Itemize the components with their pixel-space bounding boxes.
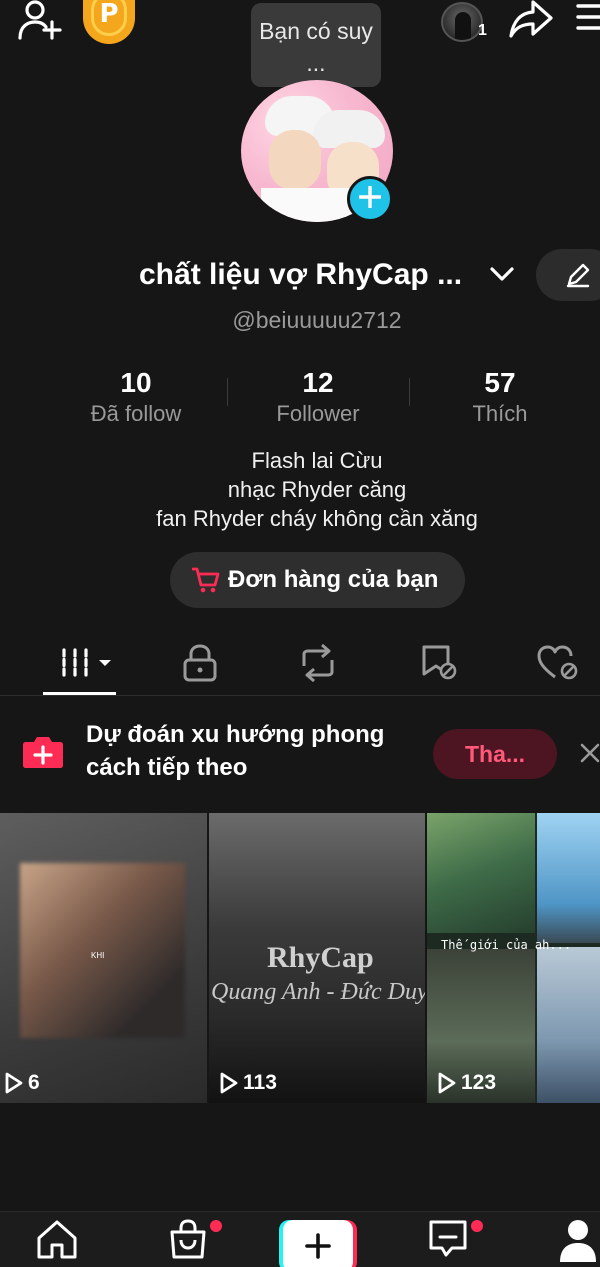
- share-icon[interactable]: [509, 0, 553, 38]
- profile-stats: 10 Đã follow 12 Follower 57 Thích: [0, 366, 600, 436]
- video-caption: Thế giới của ah...: [441, 938, 572, 952]
- video-caption: KHI: [91, 951, 105, 960]
- chevron-down-icon[interactable]: [489, 263, 515, 285]
- tab-liked-hidden[interactable]: [535, 638, 600, 690]
- username: @beiuuuuu2712: [232, 307, 402, 333]
- edit-profile-button[interactable]: [536, 249, 600, 301]
- cart-icon: [192, 567, 220, 593]
- orders-button[interactable]: Đơn hàng của bạn: [170, 552, 465, 608]
- inbox-icon[interactable]: [428, 1218, 468, 1260]
- stat-value: 10: [120, 367, 152, 398]
- tab-reposts[interactable]: [296, 638, 366, 690]
- bio-line: Flash lai Cừu: [251, 448, 383, 473]
- play-icon: [5, 1072, 23, 1094]
- view-count: 6: [4, 1071, 40, 1095]
- view-count-value: 113: [243, 1071, 277, 1094]
- video-watermark-subtitle: Quang Anh - Đức Duy: [211, 979, 425, 1005]
- view-count: 123: [437, 1071, 496, 1095]
- tab-videos[interactable]: [58, 638, 128, 690]
- stat-likes[interactable]: 57 Thích: [420, 366, 580, 428]
- active-tab-indicator: [43, 692, 116, 695]
- tooltip[interactable]: Bạn có suy ...: [251, 3, 381, 96]
- plus-icon: [358, 184, 382, 213]
- profile-name[interactable]: chất liệu vợ RhyCap ...: [139, 258, 462, 292]
- banner-text: Dự đoán xu hướng phong cách tiếp theo: [86, 721, 385, 781]
- video-tile[interactable]: KHI 6: [0, 813, 207, 1103]
- shop-icon[interactable]: [168, 1218, 208, 1260]
- play-icon: [438, 1072, 456, 1094]
- video-grid: KHI 6 RhyCap Quang Anh - Đức Duy 113 Thế…: [0, 813, 600, 1103]
- view-count-value: 6: [28, 1071, 40, 1094]
- coin-letter: P: [91, 0, 127, 36]
- bottom-nav: [0, 1211, 600, 1267]
- lock-icon: [182, 644, 218, 682]
- repost-icon: [298, 644, 338, 682]
- coin-icon[interactable]: P: [83, 0, 135, 44]
- bio-line: fan Rhyder cháy không cần xăng: [156, 506, 478, 531]
- pencil-icon: [565, 262, 591, 288]
- notification-dot: [471, 1220, 483, 1232]
- video-watermark-title: RhyCap: [267, 941, 374, 974]
- tooltip-text: Bạn có suy ...: [259, 18, 373, 76]
- account-count: 1: [478, 22, 487, 39]
- hidden-tag-icon: [420, 644, 460, 682]
- view-count: 113: [219, 1071, 277, 1095]
- camera-plus-icon: [22, 734, 64, 770]
- trend-banner: Dự đoán xu hướng phong cách tiếp theo Th…: [0, 697, 600, 813]
- create-button[interactable]: [279, 1220, 357, 1267]
- home-icon[interactable]: [36, 1218, 78, 1260]
- banner-cta-button[interactable]: Tha...: [433, 729, 557, 779]
- tab-private[interactable]: [180, 638, 250, 690]
- play-icon: [220, 1072, 238, 1094]
- notification-dot: [210, 1220, 222, 1232]
- top-bar: P Bạn có suy ... 1: [0, 0, 600, 96]
- stat-label: Đã follow: [90, 401, 182, 426]
- stat-value: 57: [484, 367, 516, 398]
- view-count-value: 123: [461, 1071, 497, 1094]
- video-tile[interactable]: RhyCap Quang Anh - Đức Duy 113: [209, 813, 425, 1103]
- profile-bio: Flash lai Cừu nhạc Rhyder căng fan Rhyde…: [0, 446, 600, 533]
- stat-label: Thích: [472, 401, 528, 426]
- close-icon[interactable]: [579, 742, 600, 764]
- video-tile[interactable]: Thế giới của ah... 123: [427, 813, 600, 1103]
- grid-icon: [60, 646, 116, 682]
- bio-line: nhạc Rhyder căng: [227, 477, 407, 502]
- stat-following[interactable]: 10 Đã follow: [56, 366, 216, 428]
- content-tabs: [0, 632, 600, 696]
- orders-button-label: Đơn hàng của bạn: [228, 566, 439, 593]
- stat-label: Follower: [276, 401, 360, 426]
- account-switcher-avatar[interactable]: [441, 2, 483, 42]
- plus-icon: [305, 1233, 331, 1259]
- stat-followers[interactable]: 12 Follower: [238, 366, 398, 428]
- tab-favorites-hidden[interactable]: [418, 638, 488, 690]
- stat-value: 12: [302, 367, 334, 398]
- add-friend-icon[interactable]: [18, 0, 62, 40]
- profile-name-row: chất liệu vợ RhyCap ...: [0, 249, 600, 301]
- add-story-button[interactable]: [347, 176, 393, 222]
- profile-icon[interactable]: [560, 1218, 596, 1262]
- liked-hidden-icon: [537, 644, 581, 682]
- menu-icon[interactable]: [576, 2, 600, 32]
